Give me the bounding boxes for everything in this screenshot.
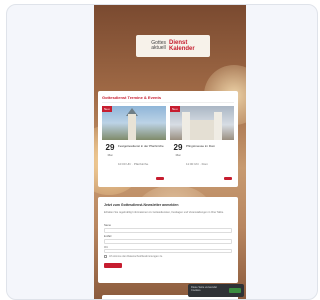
church-tower bbox=[128, 114, 136, 140]
event-tag: Neu bbox=[170, 106, 180, 112]
form-description: Erhalten Sie regelmäßig Informationen zu… bbox=[104, 211, 224, 214]
name-label: Name bbox=[104, 224, 111, 227]
event-month: Mai bbox=[107, 153, 113, 157]
event-day: 29 bbox=[173, 143, 183, 152]
church-tower bbox=[182, 112, 190, 140]
section-heading: Gottesdienst Termine & Events bbox=[102, 95, 162, 100]
event-more-button[interactable] bbox=[224, 177, 232, 180]
newsletter-form: Jetzt zum Gottesdienst-Newsletter anmeld… bbox=[98, 197, 238, 283]
site-logo[interactable]: Gottes aktuell Dienst Kalender bbox=[136, 35, 210, 57]
event-meta: 10:00 Uhr · Pfarrkirche bbox=[118, 162, 149, 166]
event-month: Mai bbox=[175, 153, 181, 157]
consent-checkbox[interactable] bbox=[104, 255, 107, 258]
cookie-banner: Diese Seite verwendet Cookies. bbox=[188, 284, 244, 297]
logo-text: Kalender bbox=[169, 46, 195, 52]
event-date: 29 Mai bbox=[104, 143, 116, 158]
city-field[interactable] bbox=[104, 249, 232, 253]
name-field[interactable] bbox=[104, 228, 232, 233]
event-card[interactable]: Neu 29 Mai Festgottesdienst in der Pfarr… bbox=[102, 106, 166, 184]
event-more-button[interactable] bbox=[156, 177, 164, 180]
event-meta: 11:00 Uhr · Dom bbox=[186, 162, 208, 166]
event-day: 29 bbox=[105, 143, 115, 152]
cookie-accept-button[interactable] bbox=[229, 288, 241, 293]
consent-text: Ich stimme den Datenschutzbestimmungen z… bbox=[109, 255, 163, 258]
logo-text: aktuell bbox=[151, 45, 166, 51]
event-title[interactable]: Festgottesdienst in der Pfarrkirche bbox=[118, 144, 164, 148]
event-date: 29 Mai bbox=[172, 143, 184, 158]
church-nave bbox=[190, 120, 214, 140]
email-label: E-Mail bbox=[104, 235, 112, 238]
cookie-text: Diese Seite verwendet Cookies. bbox=[191, 286, 217, 293]
browser-frame: Gottes aktuell Dienst Kalender Gottesdie… bbox=[6, 4, 318, 300]
submit-button[interactable] bbox=[104, 263, 122, 268]
form-heading: Jetzt zum Gottesdienst-Newsletter anmeld… bbox=[104, 203, 179, 207]
divider bbox=[102, 102, 234, 103]
events-card: Gottesdienst Termine & Events Neu 29 Mai… bbox=[98, 91, 238, 187]
event-image[interactable] bbox=[102, 106, 166, 140]
event-title[interactable]: Pfingstmesse im Dom bbox=[186, 144, 232, 148]
page-viewport: Gottes aktuell Dienst Kalender Gottesdie… bbox=[94, 5, 246, 299]
event-tag: Neu bbox=[102, 106, 112, 112]
event-card[interactable]: Neu 29 Mai Pfingstmesse im Dom 11:00 Uhr… bbox=[170, 106, 234, 184]
church-tower bbox=[214, 112, 222, 140]
email-field[interactable] bbox=[104, 239, 232, 244]
event-image[interactable] bbox=[170, 106, 234, 140]
